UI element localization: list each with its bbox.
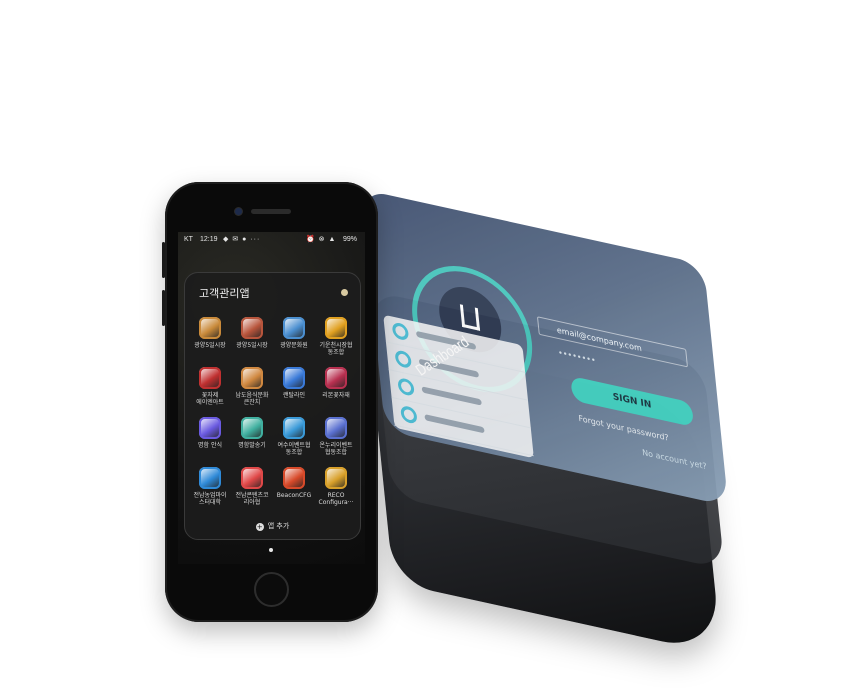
market-icon — [241, 317, 263, 339]
earpiece-speaker — [251, 209, 291, 214]
folder-color-dot-icon[interactable] — [341, 289, 348, 296]
app-shortcut[interactable]: BeaconCFG — [273, 467, 315, 499]
app-label: 온누리이벤트 협동조합 — [319, 442, 353, 456]
reco-icon — [325, 467, 347, 489]
app-shortcut[interactable]: 기운천시장협 동조합 — [315, 317, 357, 356]
beacon-icon — [283, 467, 305, 489]
app-label: 랜탈라인 — [282, 392, 306, 399]
page-indicator-dot — [269, 548, 273, 552]
app-label: 기운천시장협 동조합 — [319, 342, 353, 356]
app-shortcut[interactable]: 전남농업마이 스터대학 — [189, 467, 231, 506]
app-shortcut[interactable]: 명함 안식 — [189, 417, 231, 449]
app-folder: 고객관리앱 광양5일시장 광양5일시장 광양문화원 기운천시장협 동조합꽃자제 에이엔… — [184, 272, 361, 540]
app-shortcut[interactable]: 온누리이벤트 협동조합 — [315, 417, 357, 456]
app-label: RECO Configura··· — [318, 492, 354, 506]
sun-icon — [325, 317, 347, 339]
app-shortcut[interactable]: 광양5일시장 — [189, 317, 231, 349]
event-icon — [283, 417, 305, 439]
food-icon — [241, 367, 263, 389]
clock: 12:19 — [200, 236, 218, 243]
status-bar: KT 12:19 ◆ ✉ ● ··· ⏰ ⊗ ▲ 99% — [178, 232, 365, 248]
folder-title[interactable]: 고객관리앱 — [199, 285, 250, 301]
carrier-label: KT — [184, 236, 193, 243]
app-shortcut[interactable]: 랜탈라인 — [273, 367, 315, 399]
app-label: 명함발송기 — [238, 442, 266, 449]
add-apps-label: 앱 추가 — [267, 522, 290, 530]
battery-level: 99% — [342, 236, 357, 243]
app-shortcut[interactable]: 꽃자제 에이엔아트 — [189, 367, 231, 406]
front-camera — [235, 208, 242, 215]
app-label: 여수이벤트협 동조합 — [277, 442, 311, 456]
app-label: BeaconCFG — [276, 492, 312, 499]
culture-icon — [283, 317, 305, 339]
app-label: 꽃자제 에이엔아트 — [196, 392, 224, 406]
send-icon — [241, 417, 263, 439]
agri-icon — [199, 467, 221, 489]
app-shortcut[interactable]: 남도음식문화 큰잔치 — [231, 367, 273, 406]
content-icon — [241, 467, 263, 489]
home-button[interactable] — [254, 572, 289, 607]
app-label: 광양문화원 — [280, 342, 308, 349]
flower-icon — [199, 367, 221, 389]
volume-up-button — [162, 242, 165, 278]
volume-down-button — [162, 290, 165, 326]
notification-icons: ◆ ✉ ● ··· — [223, 236, 261, 243]
card-icon — [199, 417, 221, 439]
phone-device: KT 12:19 ◆ ✉ ● ··· ⏰ ⊗ ▲ 99% 고객관리앱 광양5일시… — [162, 182, 378, 622]
add-apps-button[interactable]: + 앱 추가 — [185, 521, 360, 531]
app-label: 명함 안식 — [198, 442, 222, 449]
app-shortcut[interactable]: 광양5일시장 — [231, 317, 273, 349]
app-shortcut[interactable]: RECO Configura··· — [315, 467, 357, 506]
app-shortcut[interactable]: 리본꽃자재 — [315, 367, 357, 399]
app-label: 전남농업마이 스터대학 — [193, 492, 227, 506]
app-label: 전남콘텐츠코 리아협 — [235, 492, 269, 506]
phone-screen: KT 12:19 ◆ ✉ ● ··· ⏰ ⊗ ▲ 99% 고객관리앱 광양5일시… — [178, 232, 365, 564]
no-account-link[interactable]: No account yet? — [642, 448, 707, 471]
event2-icon — [325, 417, 347, 439]
exploded-layers-illustration: Dashboard email@company.com •••••••• SIG… — [0, 0, 857, 700]
app-label: 남도음식문화 큰잔치 — [235, 392, 269, 406]
system-icons: ⏰ ⊗ ▲ — [306, 236, 337, 243]
ribbon-icon — [325, 367, 347, 389]
app-shortcut[interactable]: 여수이벤트협 동조합 — [273, 417, 315, 456]
app-label: 광양5일시장 — [194, 342, 226, 349]
rental-icon — [283, 367, 305, 389]
app-shortcut[interactable]: 명함발송기 — [231, 417, 273, 449]
app-label: 리본꽃자재 — [322, 392, 350, 399]
app-label: 광양5일시장 — [236, 342, 268, 349]
app-shortcut[interactable]: 전남콘텐츠코 리아협 — [231, 467, 273, 506]
plus-icon: + — [255, 523, 264, 531]
app-shortcut[interactable]: 광양문화원 — [273, 317, 315, 349]
logo-icon — [459, 304, 481, 331]
market-icon — [199, 317, 221, 339]
